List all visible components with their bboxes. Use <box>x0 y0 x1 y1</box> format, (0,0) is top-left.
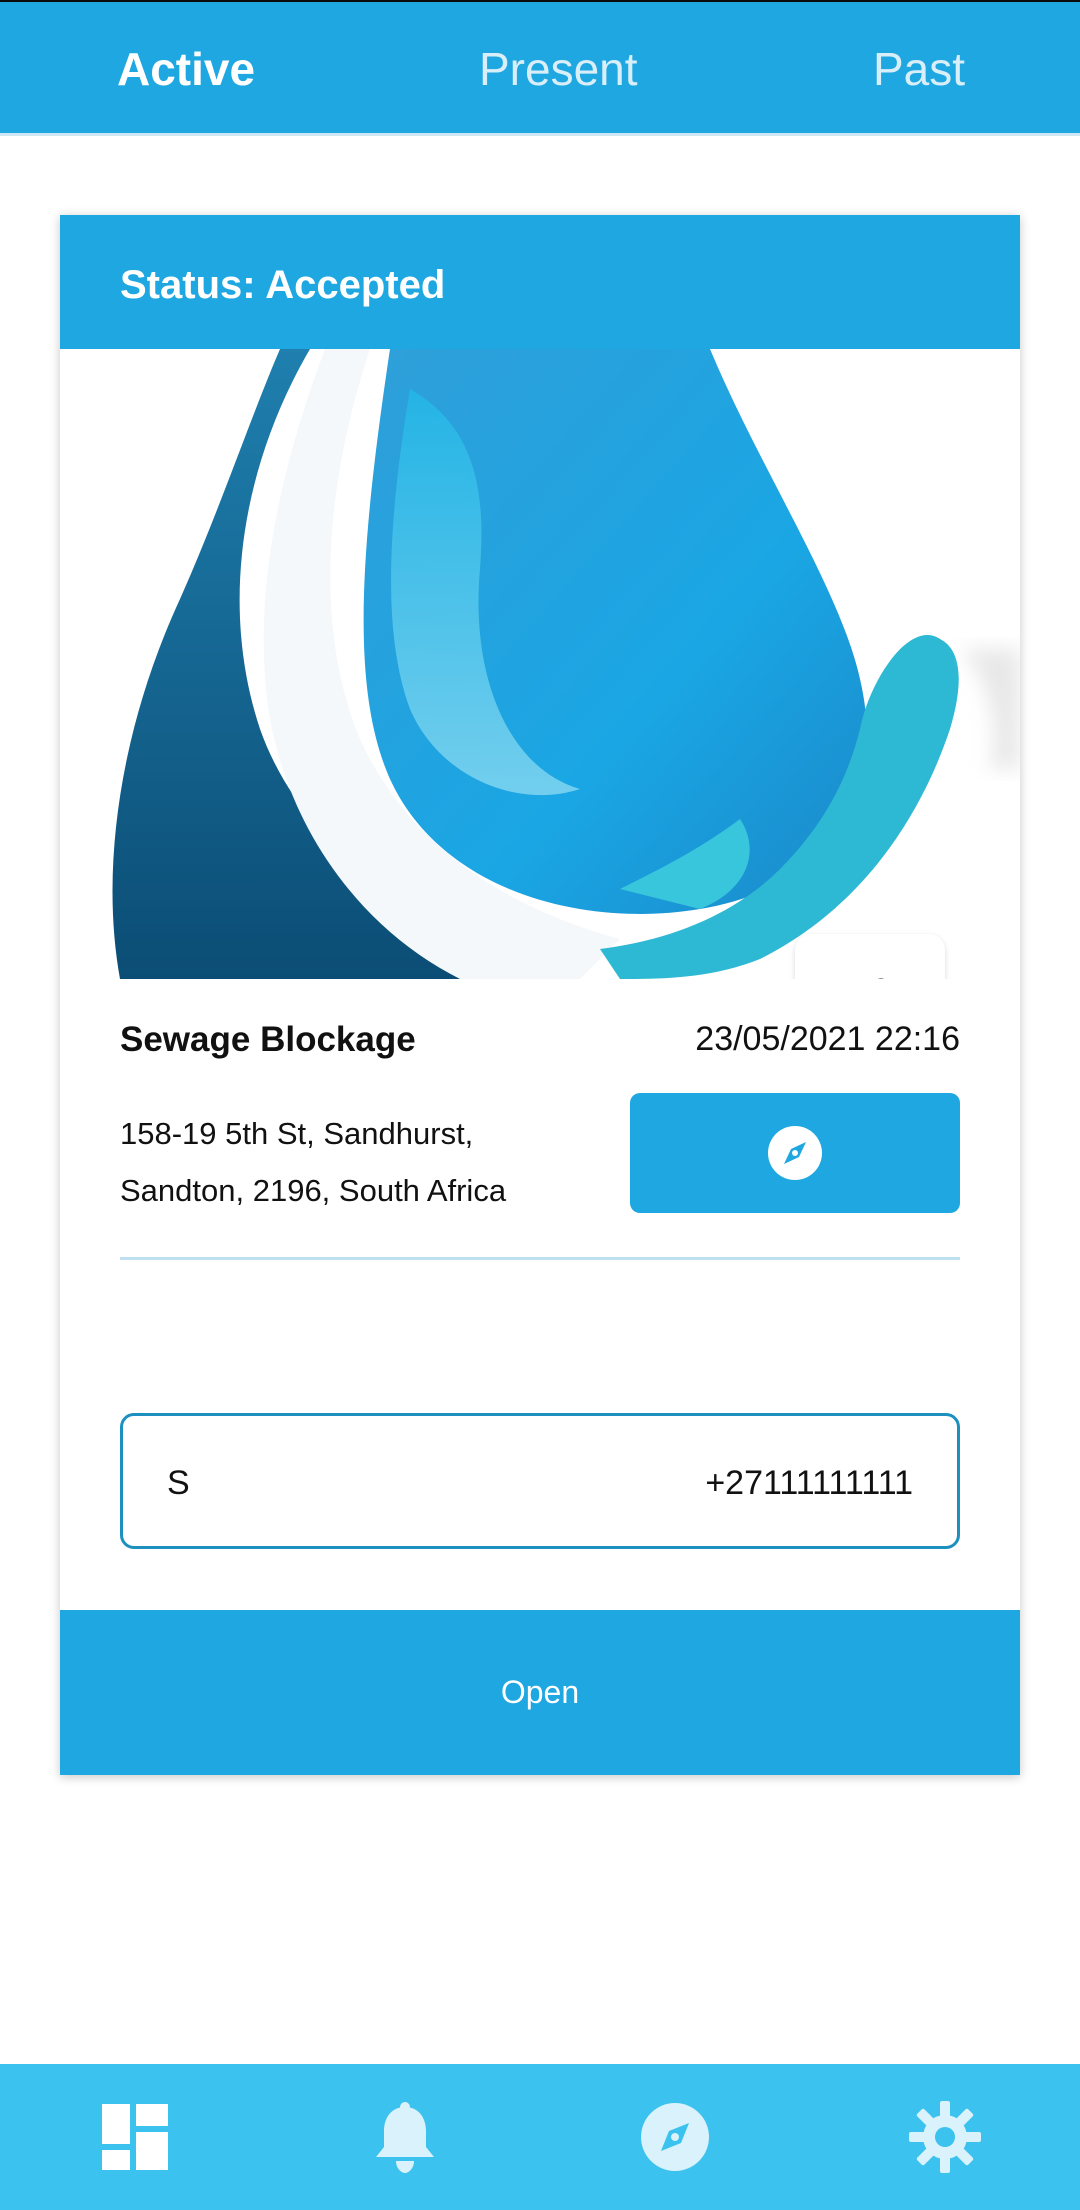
nav-dashboard[interactable] <box>0 2064 270 2210</box>
bell-icon <box>376 2102 434 2173</box>
tab-active[interactable]: Active <box>117 42 255 96</box>
issue-title: Sewage Blockage <box>120 1020 416 1059</box>
tab-past[interactable]: Past <box>873 42 965 96</box>
contact-phone[interactable]: +27111111111 <box>705 1464 913 1503</box>
top-tab-bar: Active Present Past <box>0 0 1080 136</box>
bottom-nav <box>0 2064 1080 2210</box>
issue-card: Status: Accepted Sewage Blockage 23/05/2… <box>60 215 1020 1775</box>
nav-map[interactable] <box>540 2064 810 2210</box>
status-text: Status: Accepted <box>120 263 446 307</box>
contact-name: S <box>167 1464 190 1502</box>
navigate-button[interactable] <box>630 1093 960 1213</box>
contact-field[interactable]: S +27111111111 <box>120 1413 960 1549</box>
address-line-2: Sandton, 2196, South Africa <box>120 1173 507 1208</box>
compass-icon <box>641 2103 709 2171</box>
count-badge: +0 <box>795 934 945 979</box>
compass-icon <box>768 1126 822 1180</box>
issue-datetime: 23/05/2021 22:16 <box>695 1020 960 1058</box>
nav-settings[interactable] <box>810 2064 1080 2210</box>
water-drop-in-hand-logo <box>112 349 1020 979</box>
tab-present[interactable]: Present <box>479 42 638 96</box>
nav-notifications[interactable] <box>270 2064 540 2210</box>
issue-image: +0 <box>60 349 1020 979</box>
open-button[interactable]: Open <box>60 1610 1020 1775</box>
dashboard-icon <box>102 2104 168 2170</box>
status-header: Status: Accepted <box>60 215 1020 349</box>
address-line-1: 158-19 5th St, Sandhurst, <box>120 1116 474 1151</box>
divider <box>120 1257 960 1260</box>
issue-address: 158-19 5th St, Sandhurst, Sandton, 2196,… <box>120 1105 540 1219</box>
gear-icon <box>909 2101 981 2173</box>
